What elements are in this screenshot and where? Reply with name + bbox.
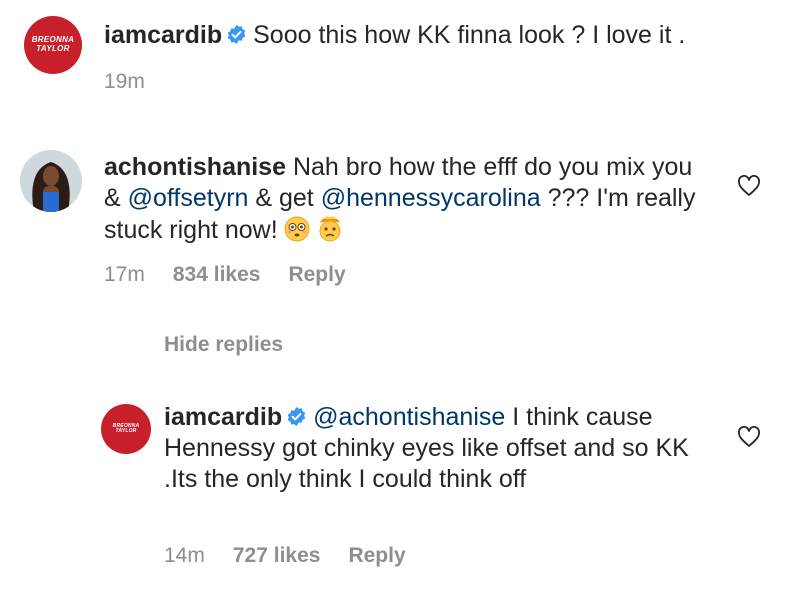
caption-username[interactable]: iamcardib xyxy=(104,21,222,49)
mention-link[interactable]: @hennessycarolina xyxy=(321,184,541,212)
heart-icon[interactable] xyxy=(737,426,761,448)
caption-meta: 19m xyxy=(104,70,145,94)
avatar-text-line2: TAYLOR xyxy=(115,428,137,434)
comment-likes[interactable]: 834 likes xyxy=(173,263,261,287)
caption-avatar[interactable]: BREONNA TAYLOR xyxy=(24,16,82,74)
comment-body: achontishanise Nah bro how the efff do y… xyxy=(104,152,714,246)
comment-meta: 17m 834 likes Reply xyxy=(104,263,346,287)
comment-reply-button[interactable]: Reply xyxy=(288,263,345,287)
exploding-head-emoji xyxy=(319,216,341,242)
reply-reply-button[interactable]: Reply xyxy=(348,544,405,568)
comment-time[interactable]: 17m xyxy=(104,263,145,287)
hide-replies-button[interactable]: Hide replies xyxy=(164,333,283,357)
comment-avatar[interactable] xyxy=(20,150,82,212)
heart-icon[interactable] xyxy=(737,175,761,197)
avatar-text-line2: TAYLOR xyxy=(36,44,70,53)
reply-username[interactable]: iamcardib xyxy=(164,403,282,431)
caption-text: Sooo this how KK finna look ? I love it … xyxy=(253,21,686,49)
profile-photo xyxy=(20,150,82,212)
comment-username[interactable]: achontishanise xyxy=(104,153,286,181)
verified-badge-icon xyxy=(227,24,246,45)
reply-avatar[interactable]: BREONNA TAYLOR xyxy=(101,404,151,454)
caption-row: iamcardib Sooo this how KK finna look ? I… xyxy=(104,20,784,51)
caption-time[interactable]: 19m xyxy=(104,70,145,94)
flushed-face-emoji xyxy=(284,216,310,242)
reply-likes[interactable]: 727 likes xyxy=(233,544,321,568)
comment-text-2: & get xyxy=(248,184,321,212)
reply-time[interactable]: 14m xyxy=(164,544,205,568)
reply-meta: 14m 727 likes Reply xyxy=(164,544,406,568)
mention-link[interactable]: @achontishanise xyxy=(313,403,505,431)
mention-link[interactable]: @offsetyrn xyxy=(128,184,249,212)
reply-body: iamcardib @achontishanise I think cause H… xyxy=(164,402,694,495)
verified-badge-icon xyxy=(287,406,306,427)
